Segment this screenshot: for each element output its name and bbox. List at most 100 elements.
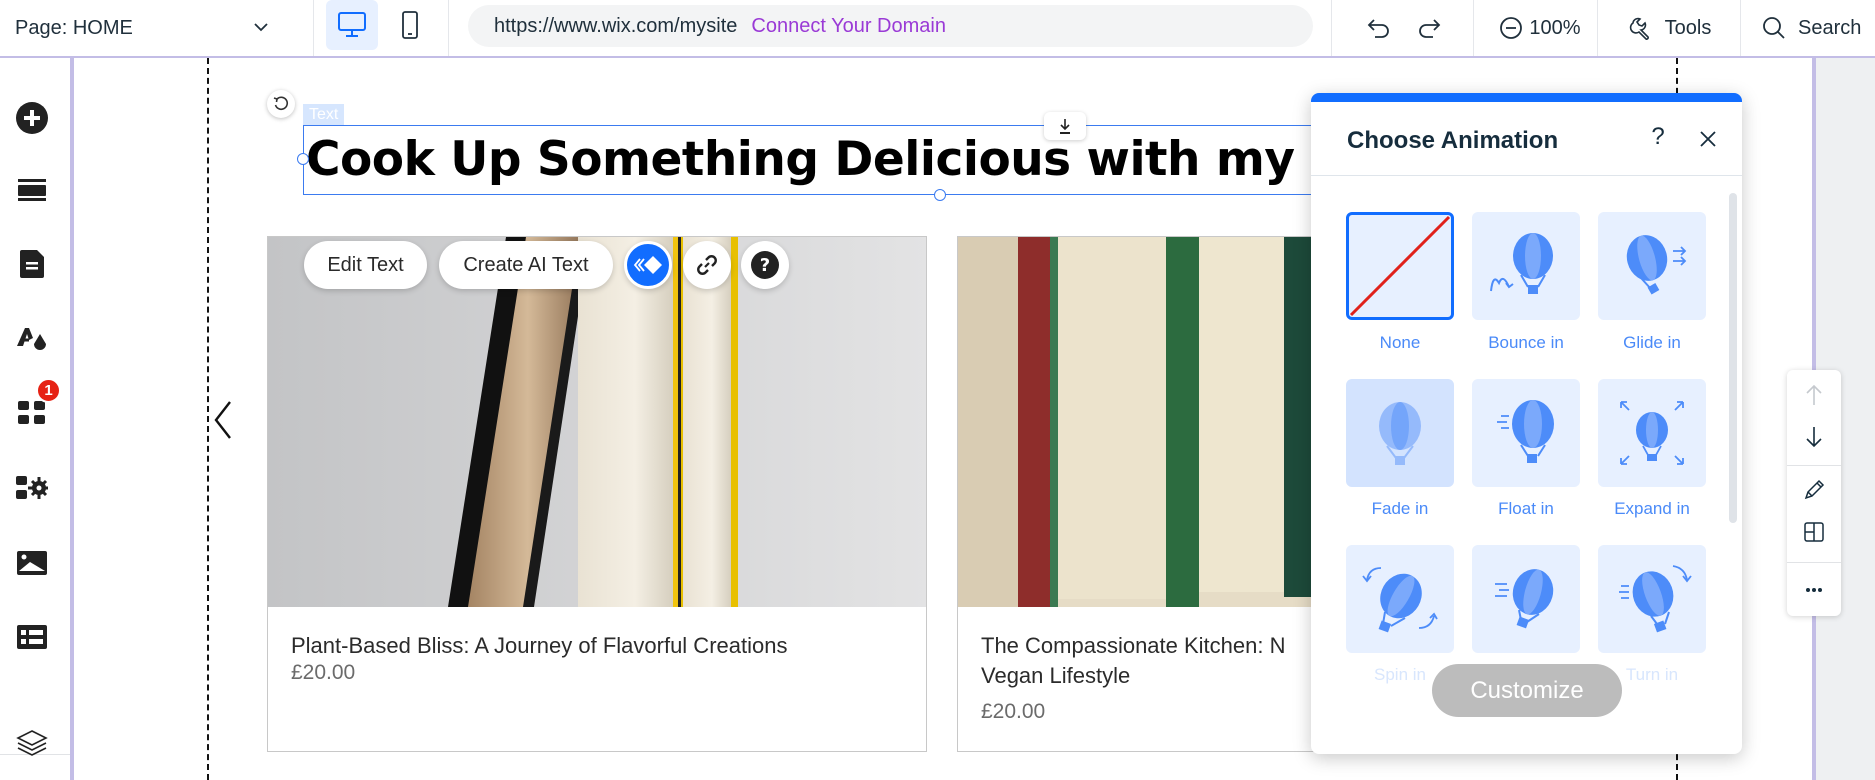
layers-icon bbox=[16, 730, 48, 756]
panel-divider bbox=[1311, 175, 1742, 176]
sections-icon bbox=[18, 179, 46, 201]
sidebar-item-sections[interactable] bbox=[7, 165, 57, 215]
balloon-glide-icon bbox=[1626, 235, 1687, 295]
toolbar-divider bbox=[1787, 465, 1841, 466]
animation-option-label: Fade in bbox=[1371, 499, 1429, 518]
balloon-turn-icon bbox=[1619, 565, 1692, 633]
more-dots-icon bbox=[1806, 588, 1822, 592]
wrench-icon bbox=[1629, 17, 1649, 40]
animation-option-float-in[interactable] bbox=[1472, 379, 1580, 487]
edit-design-button[interactable] bbox=[1787, 469, 1841, 511]
tools-label: Tools bbox=[1664, 16, 1712, 39]
product-card[interactable]: Plant-Based Bliss: A Journey of Flavorfu… bbox=[267, 236, 927, 752]
image-icon bbox=[17, 551, 47, 575]
site-url: https://www.wix.com/mysite bbox=[494, 14, 738, 37]
balloon-bounce-icon bbox=[1490, 233, 1553, 294]
animation-option-expand-in[interactable] bbox=[1598, 379, 1706, 487]
chevron-down-icon bbox=[254, 23, 268, 32]
sidebar-item-business-apps[interactable] bbox=[7, 463, 57, 513]
resize-handle-bottom[interactable] bbox=[934, 189, 946, 201]
left-sidebar: 1 bbox=[0, 58, 70, 780]
search-icon bbox=[1763, 17, 1785, 39]
gallery-prev-button[interactable] bbox=[208, 398, 238, 442]
topbar-divider bbox=[448, 0, 449, 56]
balloon-fly-icon bbox=[1495, 569, 1554, 629]
rotate-icon bbox=[273, 96, 289, 111]
page-icon bbox=[20, 250, 44, 278]
animation-icon bbox=[633, 256, 662, 274]
apps-grid-icon bbox=[18, 401, 45, 424]
page-selector[interactable]: Page: HOME bbox=[0, 0, 300, 56]
animation-option-spin-in[interactable] bbox=[1346, 545, 1454, 653]
site-url-bar[interactable]: https://www.wix.com/mysite Connect Your … bbox=[468, 5, 1313, 47]
topbar-divider bbox=[1597, 0, 1598, 56]
layout-icon bbox=[1804, 522, 1824, 542]
redo-icon bbox=[1419, 19, 1441, 38]
element-type-label: Text bbox=[303, 104, 345, 125]
sidebar-item-add-elements[interactable] bbox=[7, 93, 57, 143]
sidebar-item-site-design[interactable] bbox=[7, 314, 57, 364]
animation-option-none[interactable] bbox=[1346, 212, 1454, 320]
animation-option-label: Float in bbox=[1498, 499, 1554, 518]
element-quick-toolbar bbox=[1787, 370, 1841, 616]
zoom-level: 100% bbox=[1529, 16, 1581, 39]
tools-button[interactable]: Tools bbox=[1620, 8, 1720, 48]
theme-icon bbox=[17, 328, 46, 350]
panel-scrollbar[interactable] bbox=[1729, 193, 1737, 523]
sidebar-item-media[interactable] bbox=[7, 538, 57, 588]
toolbar-divider bbox=[1787, 562, 1841, 563]
close-icon bbox=[1700, 131, 1716, 147]
product-price: £20.00 bbox=[981, 700, 1046, 723]
reset-rotation-button[interactable] bbox=[267, 90, 295, 118]
stretch-down-button[interactable] bbox=[1044, 112, 1086, 140]
help-button[interactable]: ? bbox=[741, 241, 789, 289]
product-title[interactable]: Plant-Based Bliss: A Journey of Flavorfu… bbox=[291, 631, 787, 661]
panel-drag-bar[interactable] bbox=[1311, 93, 1742, 102]
undo-button[interactable] bbox=[1362, 8, 1398, 48]
redo-button[interactable] bbox=[1410, 8, 1446, 48]
books-photo bbox=[268, 237, 926, 607]
desktop-icon bbox=[338, 12, 366, 37]
move-up-button[interactable] bbox=[1787, 374, 1841, 416]
apps-gear-icon bbox=[16, 476, 48, 499]
undo-icon bbox=[1367, 19, 1389, 38]
desktop-view-button[interactable] bbox=[326, 0, 378, 50]
page-selector-label: Page: HOME bbox=[15, 16, 133, 39]
search-button[interactable]: Search bbox=[1762, 8, 1875, 48]
animation-option-glide-in[interactable] bbox=[1598, 212, 1706, 320]
chevron-left-icon bbox=[214, 401, 231, 439]
connect-domain-link[interactable]: Connect Your Domain bbox=[751, 15, 946, 38]
editor-top-bar: Page: HOME https://www.wix.com/mysite Co… bbox=[0, 0, 1875, 58]
page-heading[interactable]: Cook Up Something Delicious with my Reci… bbox=[304, 126, 1322, 194]
animation-option-fade-in[interactable] bbox=[1346, 379, 1454, 487]
animation-button[interactable] bbox=[624, 241, 672, 289]
animation-option-label: Bounce in bbox=[1488, 333, 1564, 352]
arrow-down-icon bbox=[1806, 427, 1822, 448]
resize-handle-left[interactable] bbox=[297, 153, 309, 165]
create-ai-text-button[interactable]: Create AI Text bbox=[439, 241, 613, 289]
sidebar-item-pages[interactable] bbox=[7, 239, 57, 289]
svg-text:?: ? bbox=[760, 255, 770, 276]
heading-text-element[interactable]: Cook Up Something Delicious with my Reci… bbox=[303, 125, 1323, 195]
zoom-button[interactable]: 100% bbox=[1490, 8, 1590, 48]
panel-help-button[interactable]: ? bbox=[1643, 123, 1673, 153]
zoom-out-icon bbox=[1500, 17, 1523, 39]
balloon-expand-icon bbox=[1620, 401, 1684, 465]
more-actions-button[interactable] bbox=[1787, 569, 1841, 611]
mobile-view-button[interactable] bbox=[384, 0, 436, 50]
link-button[interactable] bbox=[683, 241, 731, 289]
move-down-button[interactable] bbox=[1787, 416, 1841, 458]
sidebar-item-cms[interactable] bbox=[7, 612, 57, 662]
animation-option-label: Glide in bbox=[1623, 333, 1681, 352]
sidebar-item-layers[interactable] bbox=[7, 718, 57, 768]
animation-option-bounce-in[interactable] bbox=[1472, 212, 1580, 320]
customize-button[interactable]: Customize bbox=[1432, 664, 1622, 717]
edit-text-button[interactable]: Edit Text bbox=[304, 241, 427, 289]
product-image[interactable] bbox=[268, 237, 926, 607]
animation-option-turn-in[interactable] bbox=[1598, 545, 1706, 653]
layout-button[interactable] bbox=[1787, 511, 1841, 553]
panel-close-button[interactable] bbox=[1693, 124, 1723, 154]
arrow-up-icon bbox=[1806, 384, 1822, 405]
search-label: Search bbox=[1798, 16, 1862, 39]
animation-option-fly-in[interactable] bbox=[1472, 545, 1580, 653]
